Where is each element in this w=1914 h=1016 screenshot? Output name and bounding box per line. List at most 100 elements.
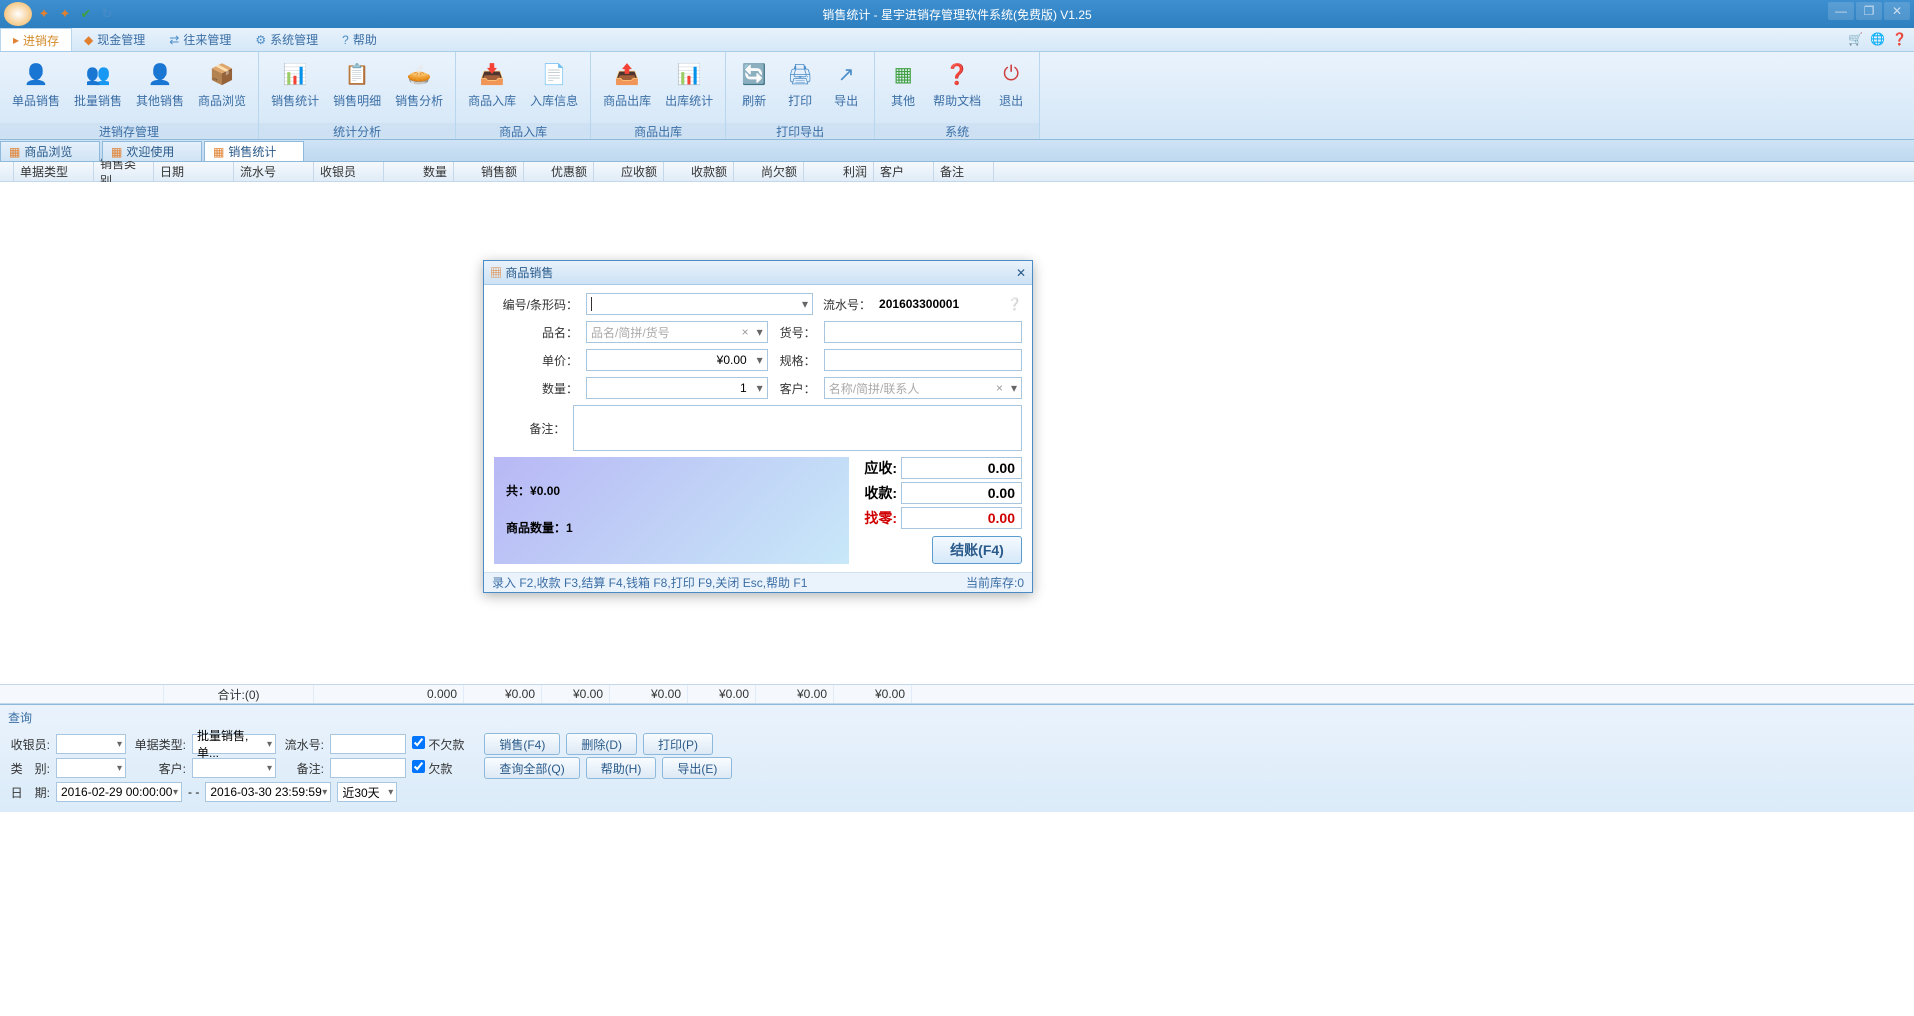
delete-button[interactable]: 删除(D)	[566, 733, 637, 755]
ribbon-button[interactable]: 📊销售统计	[265, 56, 325, 111]
sku-input[interactable]	[824, 321, 1022, 343]
help-button[interactable]: 帮助(H)	[586, 757, 657, 779]
customer-label: 客户：	[776, 380, 816, 397]
ribbon-button[interactable]: 📊出库统计	[659, 56, 719, 111]
ribbon-button[interactable]: 📤商品出库	[597, 56, 657, 111]
sale-button[interactable]: 销售(F4)	[484, 733, 560, 755]
received-input[interactable]: 0.00	[901, 482, 1022, 504]
barcode-label: 编号/条形码：	[494, 296, 578, 313]
totals-row: 合计:(0) 0.000 ¥0.00 ¥0.00 ¥0.00 ¥0.00 ¥0.…	[0, 684, 1914, 704]
price-input[interactable]: ¥0.00	[586, 349, 768, 371]
column-header[interactable]: 数量	[384, 162, 454, 181]
spec-input[interactable]	[824, 349, 1022, 371]
minimize-button[interactable]: —	[1828, 2, 1854, 20]
product-name-input[interactable]: 品名/简拼/货号×	[586, 321, 768, 343]
tab[interactable]: ▦销售统计	[204, 141, 304, 161]
column-header[interactable]: 收银员	[314, 162, 384, 181]
dialog-close-icon[interactable]: ✕	[1016, 266, 1026, 280]
customer-combo[interactable]	[192, 758, 276, 778]
serial-label: 流水号：	[821, 296, 871, 313]
noarrears-checkbox[interactable]	[412, 736, 425, 749]
column-header[interactable]: 尚欠额	[734, 162, 804, 181]
billtype-combo[interactable]: 批量销售, 单...	[192, 734, 276, 754]
price-label: 单价：	[494, 352, 578, 369]
cart-icon[interactable]: 🛒	[1848, 32, 1864, 48]
ribbon-button[interactable]: 👥批量销售	[68, 56, 128, 111]
date-from-input[interactable]: 2016-02-29 00:00:00	[56, 782, 182, 802]
ribbon-button[interactable]: 📄入库信息	[524, 56, 584, 111]
ribbon-button[interactable]: 🖨打印	[778, 56, 822, 111]
total-display: 共：¥0.00 商品数量：1	[494, 457, 849, 564]
qat-icon-1[interactable]: ✦	[35, 5, 53, 23]
date-range-combo[interactable]: 近30天	[337, 782, 397, 802]
qat-icon-2[interactable]: ✦	[56, 5, 74, 23]
date-to-input[interactable]: 2016-03-30 23:59:59	[205, 782, 331, 802]
qty-input[interactable]: 1	[586, 377, 768, 399]
dialog-help-icon[interactable]: ❔	[1007, 297, 1022, 311]
qat-check-icon[interactable]: ✔	[77, 5, 95, 23]
ribbon-button[interactable]: 📦商品浏览	[192, 56, 252, 111]
sku-label: 货号：	[776, 324, 816, 341]
column-header[interactable]: 应收额	[594, 162, 664, 181]
checkout-button[interactable]: 结账(F4)	[932, 536, 1022, 564]
queryall-button[interactable]: 查询全部(Q)	[484, 757, 579, 779]
ribbon-button[interactable]: ↗导出	[824, 56, 868, 111]
tab[interactable]: ▦商品浏览	[0, 141, 100, 161]
ribbon-button[interactable]: 👤单品销售	[6, 56, 66, 111]
ribbon-group: 👤单品销售👥批量销售👤其他销售📦商品浏览进销存管理	[0, 52, 259, 139]
barcode-input[interactable]	[586, 293, 813, 315]
column-header[interactable]: 销售额	[454, 162, 524, 181]
ribbon-button[interactable]: ⏻退出	[989, 56, 1033, 111]
column-header[interactable]: 优惠额	[524, 162, 594, 181]
ribbon-button[interactable]: 🥧销售分析	[389, 56, 449, 111]
print-button[interactable]: 打印(P)	[643, 733, 713, 755]
menubar: ▸进销存 ◆现金管理 ⇄往来管理 ⚙系统管理 ?帮助 🛒 🌐 ❓	[0, 28, 1914, 52]
ribbon-button[interactable]: 👤其他销售	[130, 56, 190, 111]
ribbon-button[interactable]: 🔄刷新	[732, 56, 776, 111]
dialog-titlebar: ▦ 商品销售 ✕	[484, 261, 1032, 285]
change-value: 0.00	[901, 507, 1022, 529]
arrears-checkbox[interactable]	[412, 760, 425, 773]
ribbon-button[interactable]: 📥商品入库	[462, 56, 522, 111]
menu-dealings[interactable]: ⇄往来管理	[157, 28, 243, 51]
column-header[interactable]: 流水号	[234, 162, 314, 181]
app-icon[interactable]	[4, 2, 32, 26]
serial-query-input[interactable]	[330, 734, 406, 754]
menu-system[interactable]: ⚙系统管理	[243, 28, 330, 51]
column-header[interactable]: 客户	[874, 162, 934, 181]
qty-label: 数量：	[494, 380, 578, 397]
help-icon[interactable]: ❓	[1892, 32, 1908, 48]
ribbon-button[interactable]: ▦其他	[881, 56, 925, 111]
type-label: 类 别:	[8, 760, 50, 777]
query-panel: 查询 收银员: 单据类型: 批量销售, 单... 流水号: 不欠款 类 别: 客…	[0, 704, 1914, 812]
menu-help[interactable]: ?帮助	[330, 28, 389, 51]
column-header[interactable]: 利润	[804, 162, 874, 181]
window-controls: — ❐ ✕	[1828, 2, 1910, 20]
qat-refresh-icon[interactable]: ↻	[98, 5, 116, 23]
type-combo[interactable]	[56, 758, 126, 778]
close-button[interactable]: ✕	[1884, 2, 1910, 20]
dialog-stock: 当前库存:0	[966, 574, 1024, 591]
column-header[interactable]: 日期	[154, 162, 234, 181]
product-sale-dialog: ▦ 商品销售 ✕ 编号/条形码： 流水号： 201603300001 ❔ 品名：…	[483, 260, 1033, 593]
customer-query-label: 客户:	[132, 760, 186, 777]
tab[interactable]: ▦欢迎使用	[102, 141, 202, 161]
maximize-button[interactable]: ❐	[1856, 2, 1882, 20]
menu-cash[interactable]: ◆现金管理	[72, 28, 157, 51]
column-header[interactable]: 备注	[934, 162, 994, 181]
grid-header: 单据类型销售类别日期流水号收银员数量销售额优惠额应收额收款额尚欠额利润客户备注	[0, 162, 1914, 182]
globe-icon[interactable]: 🌐	[1870, 32, 1886, 48]
ribbon-button[interactable]: 📋销售明细	[327, 56, 387, 111]
menu-jinxiaocun[interactable]: ▸进销存	[0, 28, 72, 51]
spec-label: 规格：	[776, 352, 816, 369]
window-title: 销售统计 - 星宇进销存管理软件系统(免费版) V1.25	[822, 6, 1091, 23]
cashier-combo[interactable]	[56, 734, 126, 754]
remark-query-input[interactable]	[330, 758, 406, 778]
column-header[interactable]: 单据类型	[14, 162, 94, 181]
export-button[interactable]: 导出(E)	[662, 757, 732, 779]
customer-input[interactable]: 名称/简拼/联系人×	[824, 377, 1022, 399]
column-header[interactable]: 销售类别	[94, 162, 154, 181]
remark-textarea[interactable]	[573, 405, 1022, 451]
ribbon-button[interactable]: ❓帮助文档	[927, 56, 987, 111]
column-header[interactable]: 收款额	[664, 162, 734, 181]
